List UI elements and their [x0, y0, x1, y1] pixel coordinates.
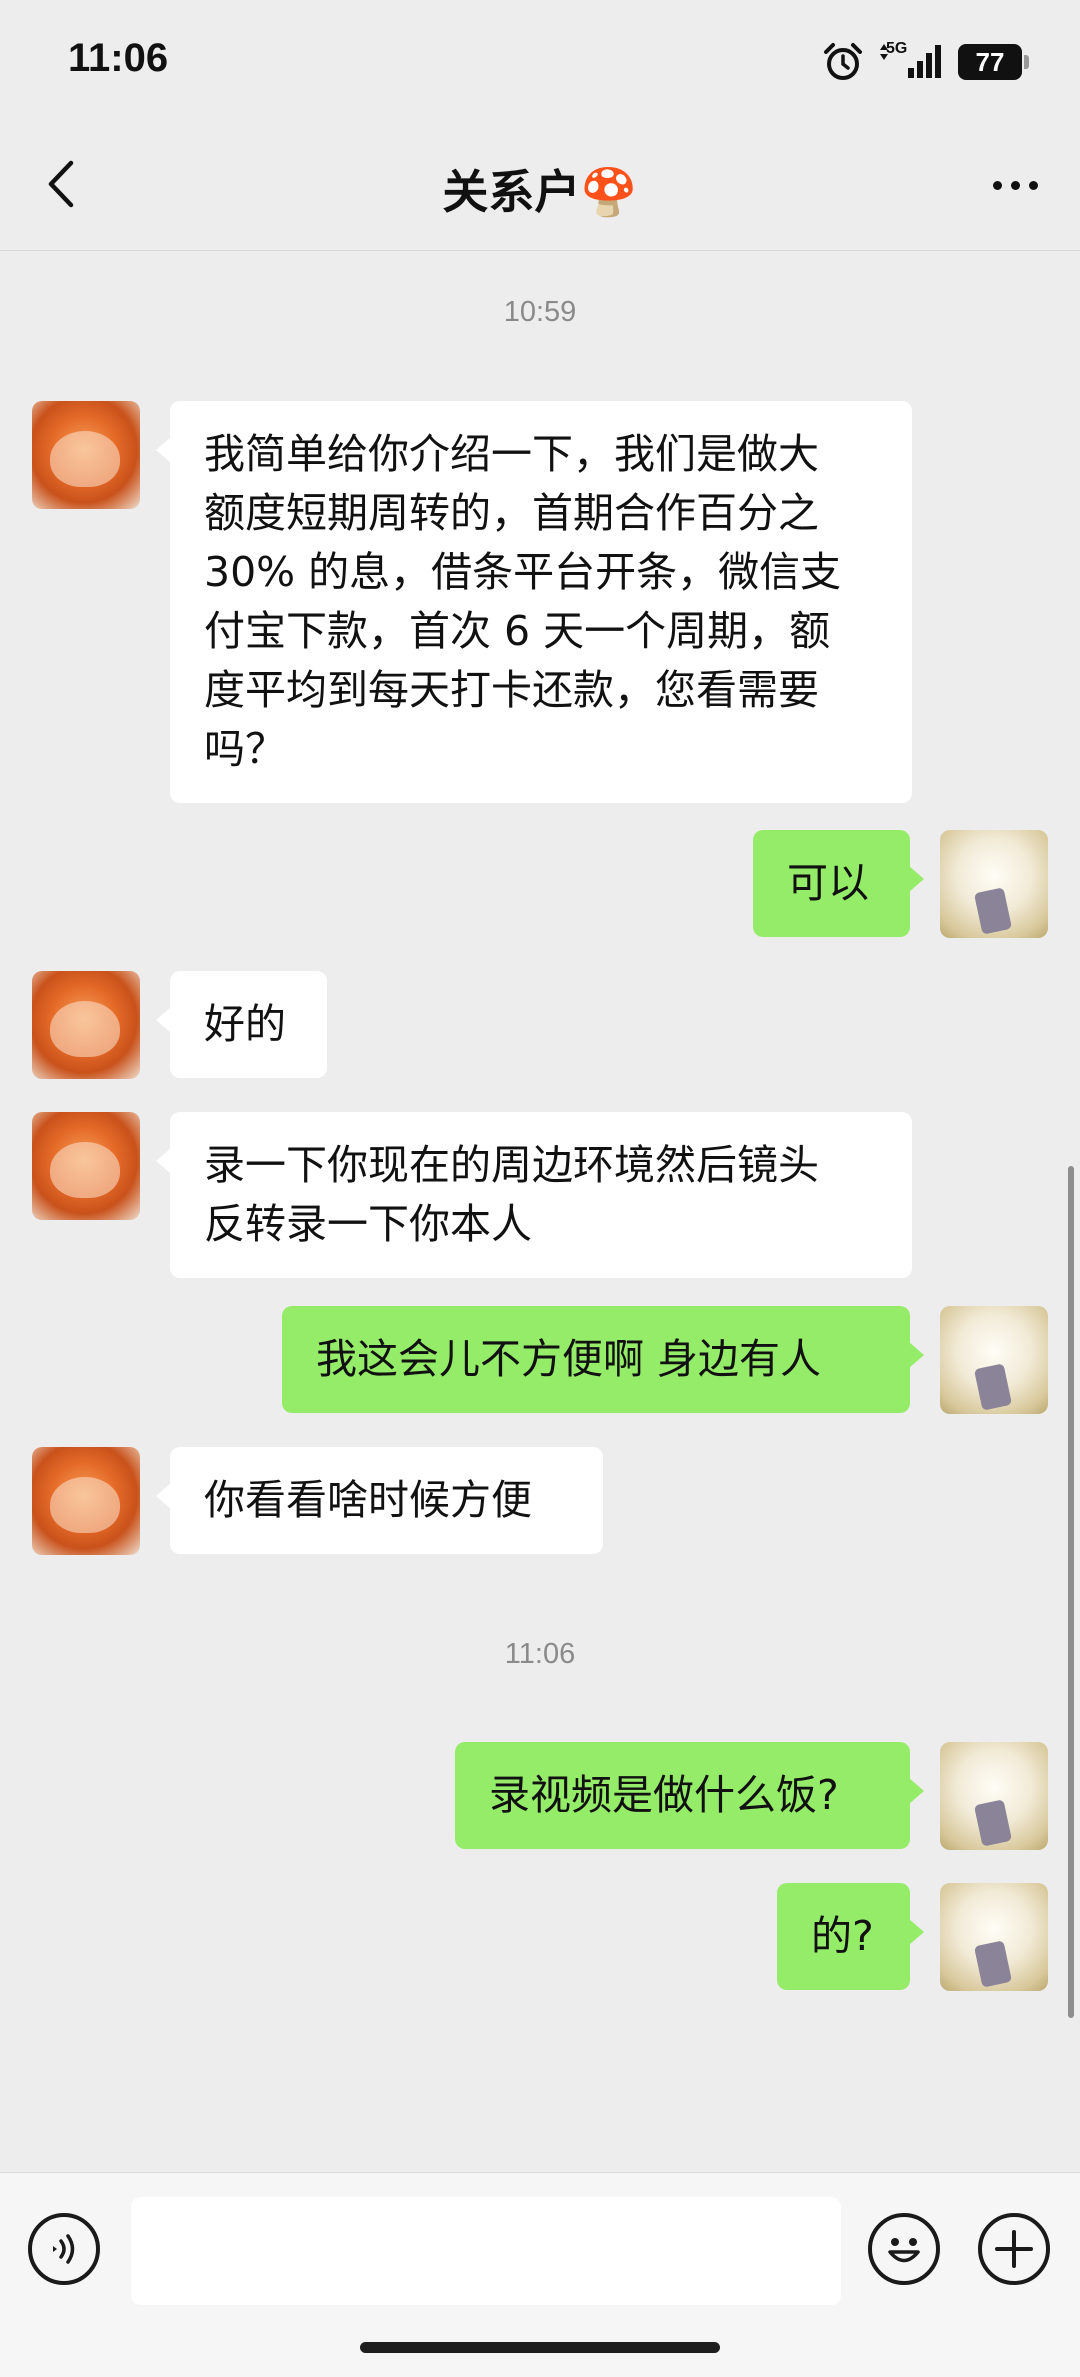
more-dot: [1028, 180, 1038, 190]
message-timestamp: 10:59: [503, 296, 577, 328]
avatar-detail: [973, 1799, 1013, 1847]
message-text-line: 的?: [811, 1912, 874, 1960]
received-message-bubble[interactable]: 好的: [156, 971, 327, 1078]
message-text-line: 付宝下款，首次 6 天一个周期，额: [204, 607, 831, 655]
sent-message-bubble[interactable]: 的?: [777, 1883, 924, 1990]
status-icons: 5G 77: [822, 40, 1029, 84]
my-avatar[interactable]: [940, 830, 1048, 938]
message-text-line: 录视频是做什么饭?: [489, 1771, 839, 1819]
avatar-detail: [973, 1363, 1013, 1411]
contact-avatar[interactable]: [32, 401, 140, 509]
input-bar: [0, 2172, 1080, 2377]
my-avatar[interactable]: [940, 1742, 1048, 1850]
sent-message-bubble[interactable]: 录视频是做什么饭?: [455, 1742, 924, 1849]
avatar-detail: [973, 887, 1013, 935]
plus-button[interactable]: [978, 2213, 1050, 2285]
contact-avatar[interactable]: [32, 971, 140, 1079]
more-dot: [992, 180, 1002, 190]
status-bar: 11:06 5G 77: [0, 0, 1080, 120]
message-text-line: 我这会儿不方便啊 身边有人: [316, 1335, 822, 1383]
avatar-detail: [50, 431, 120, 487]
more-button[interactable]: [978, 152, 1052, 218]
message-text-line: 好的: [204, 1000, 286, 1048]
my-avatar[interactable]: [940, 1306, 1048, 1414]
signal-icon: 5G: [878, 40, 944, 84]
plus-icon: [995, 2230, 1033, 2268]
emoji-button[interactable]: [868, 2213, 940, 2285]
avatar-detail: [50, 1142, 120, 1198]
more-dot: [1010, 180, 1020, 190]
received-message-bubble[interactable]: 我简单给你介绍一下，我们是做大 额度短期周转的，首期合作百分之 30% 的息，借条平…: [156, 401, 912, 803]
message-text-line: 反转录一下你本人: [204, 1200, 532, 1248]
home-indicator: [360, 2342, 720, 2353]
alarm-icon: [824, 43, 862, 80]
message-text-line: 额度短期周转的，首期合作百分之: [204, 489, 819, 537]
message-text-line: 可以: [787, 859, 869, 907]
contact-avatar[interactable]: [32, 1112, 140, 1220]
voice-button[interactable]: [28, 2213, 100, 2285]
received-message-bubble[interactable]: 你看看啥时候方便: [156, 1447, 603, 1554]
message-input[interactable]: [131, 2197, 841, 2305]
chat-header: 关系户🍄: [0, 120, 1080, 251]
message-text-line: 录一下你现在的周边环境然后镜头: [204, 1141, 819, 1189]
sent-message-bubble[interactable]: 我这会儿不方便啊 身边有人: [282, 1306, 924, 1413]
sent-message-bubble[interactable]: 可以: [753, 830, 924, 937]
avatar-detail: [973, 1940, 1013, 1988]
battery-icon: 77: [958, 44, 1029, 80]
my-avatar[interactable]: [940, 1883, 1048, 1991]
status-time: 11:06: [68, 36, 169, 80]
avatar-detail: [50, 1001, 120, 1057]
message-text-line: 吗？: [204, 725, 286, 773]
message-text-line: 度平均到每天打卡还款，您看需要: [204, 666, 819, 714]
voice-icon: [53, 2234, 75, 2264]
message-text-line: 30% 的息，借条平台开条，微信支: [204, 548, 842, 596]
message-text-line: 我简单给你介绍一下，我们是做大: [204, 430, 819, 478]
contact-avatar[interactable]: [32, 1447, 140, 1555]
avatar-detail: [50, 1477, 120, 1533]
received-message-bubble[interactable]: 录一下你现在的周边环境然后镜头 反转录一下你本人: [156, 1112, 912, 1278]
message-text-line: 你看看啥时候方便: [204, 1476, 532, 1524]
chat-title: 关系户🍄: [442, 165, 638, 219]
message-timestamp: 11:06: [504, 1638, 576, 1670]
emoji-icon: [888, 2238, 920, 2263]
scrollbar[interactable]: [1068, 1166, 1074, 2018]
